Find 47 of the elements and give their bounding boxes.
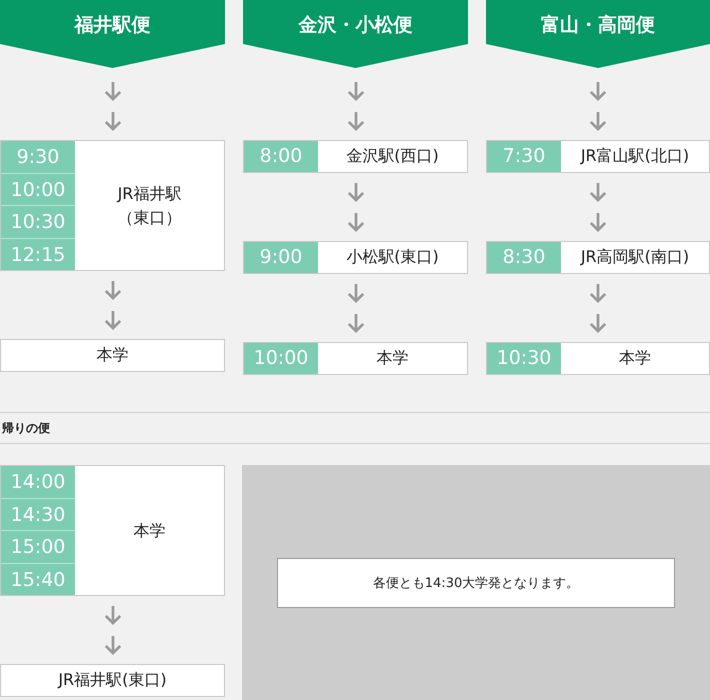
time-label: 12:15: [1, 238, 75, 270]
time-label: 10:30: [496, 346, 552, 371]
arrow-down-icon: [589, 81, 607, 101]
station-label: 本学: [132, 520, 166, 542]
time-label: 10:00: [1, 172, 75, 205]
arrow-down-icon: [104, 81, 122, 101]
arrow-down-icon: [104, 605, 122, 625]
time-label: 14:30: [1, 498, 75, 530]
station-label: 小松駅(東口): [345, 246, 440, 268]
arrow-down-icon: [346, 212, 364, 232]
time-label: 8:30: [502, 245, 546, 270]
station-label: 本学: [96, 344, 130, 366]
arrow-down-icon: [104, 111, 122, 131]
time-label: 7:30: [502, 144, 546, 169]
note-text: 各便とも14:30大学発となります。: [277, 558, 675, 608]
arrow-down-icon: [589, 111, 607, 131]
time-label: 9:30: [16, 145, 60, 170]
station-label: 本学: [376, 347, 410, 369]
station-label: 本学: [618, 347, 652, 369]
station-label: JR福井駅(東口): [56, 669, 168, 691]
time-label: 10:30: [1, 205, 75, 238]
arrow-down-icon: [346, 81, 364, 101]
station-label: JR福井駅（東口）: [116, 182, 182, 228]
station-label: 金沢駅(西口): [345, 145, 440, 167]
arrow-down-icon: [346, 283, 364, 303]
arrow-down-icon: [346, 111, 364, 131]
time-label: 10:00: [252, 346, 310, 371]
time-label: 15:00: [1, 530, 75, 562]
time-label: 15:40: [1, 562, 75, 595]
station-label: JR高岡駅(南口): [579, 246, 690, 268]
arrow-down-icon: [589, 313, 607, 333]
arrow-down-icon: [346, 313, 364, 333]
arrow-down-icon: [589, 182, 607, 202]
arrow-down-icon: [104, 310, 122, 330]
time-label: 8:00: [258, 144, 304, 169]
arrow-down-icon: [104, 280, 122, 300]
arrow-down-icon: [104, 635, 122, 655]
time-label: 9:00: [258, 245, 304, 270]
route-header: 富山・高岡便: [486, 0, 710, 68]
section-heading: 帰りの便: [1, 420, 51, 437]
route-header: 福井駅便: [0, 0, 225, 68]
arrow-down-icon: [346, 182, 364, 202]
route-header: 金沢・小松便: [243, 0, 468, 68]
arrow-down-icon: [589, 283, 607, 303]
arrow-down-icon: [589, 212, 607, 232]
station-label: JR富山駅(北口): [579, 145, 690, 167]
time-label: 14:00: [10, 470, 66, 495]
